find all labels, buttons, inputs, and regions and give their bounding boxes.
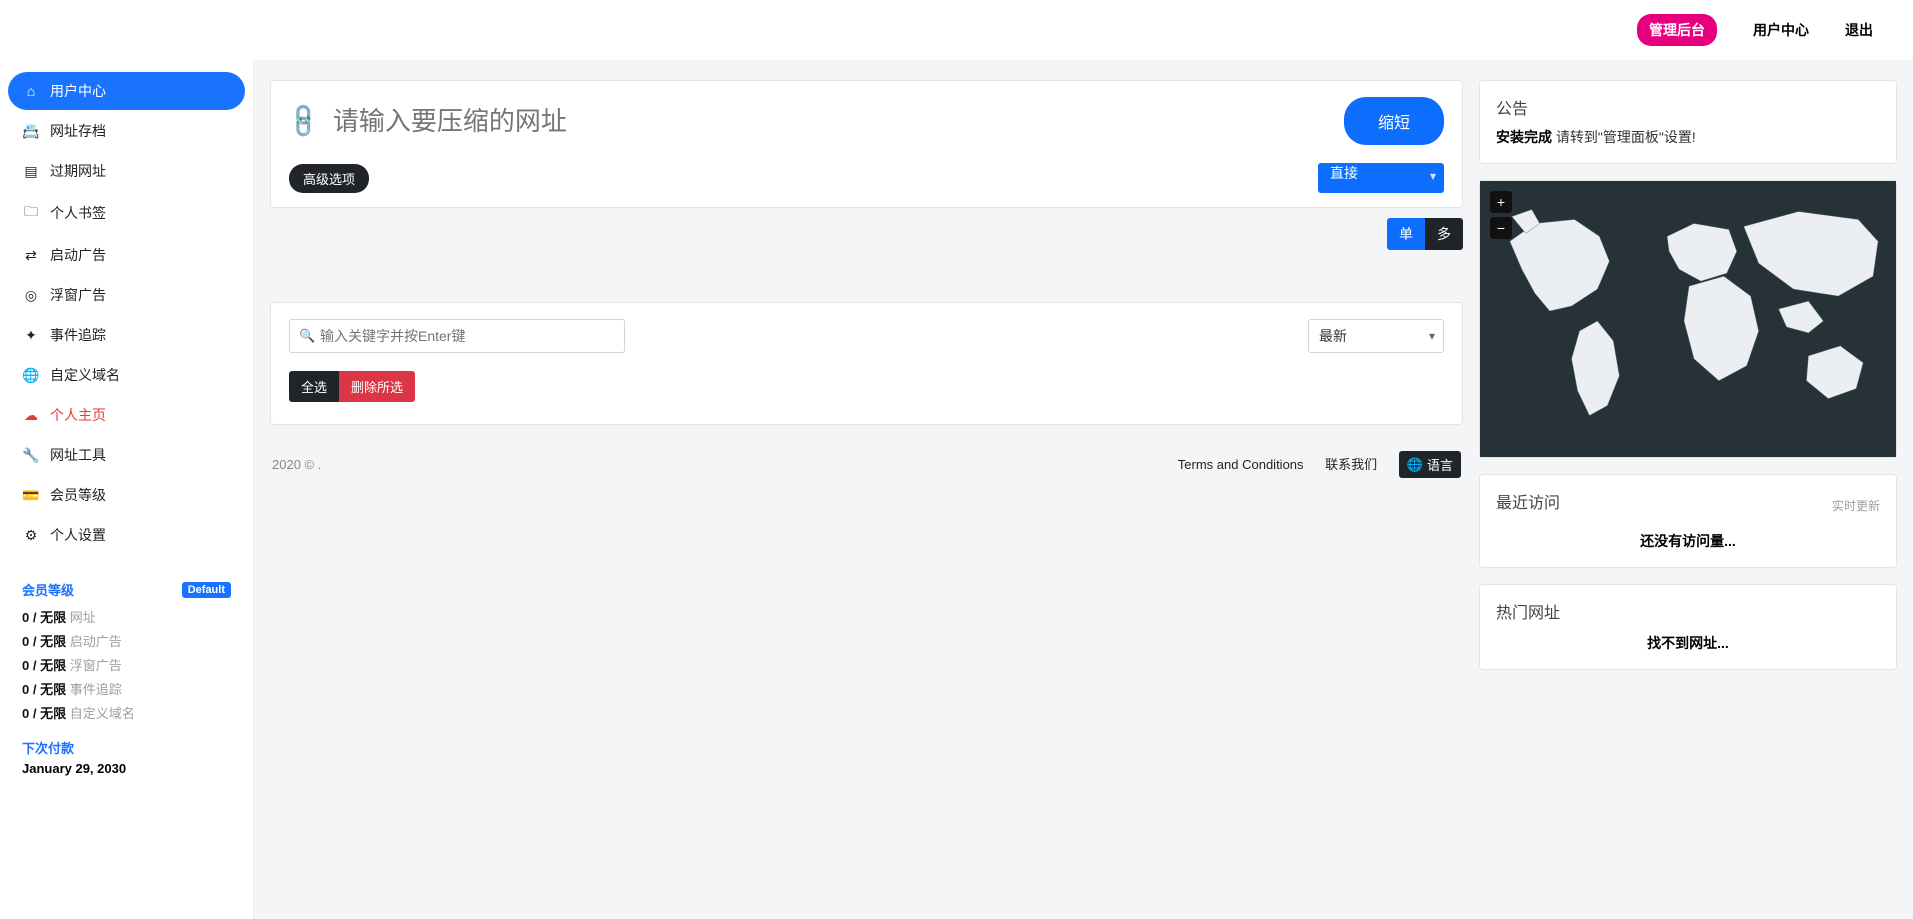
admin-link[interactable]: 管理后台: [1637, 14, 1717, 46]
url-list-card: 🔍 最新 全选 删除所选: [270, 302, 1463, 425]
map-zoom-out[interactable]: −: [1490, 217, 1512, 239]
multi-mode-button[interactable]: 多: [1425, 218, 1463, 250]
sidebar-item-1[interactable]: 📇 网址存档: [8, 112, 245, 150]
announcement-bold: 安装完成: [1496, 129, 1552, 145]
copyright: 2020 © .: [272, 457, 321, 472]
top-nav: 管理后台 用户中心 退出: [0, 0, 1913, 60]
search-icon: 🔍: [299, 328, 315, 344]
recent-card: 最近访问 实时更新 还没有访问量...: [1479, 474, 1897, 568]
world-map[interactable]: [1480, 181, 1896, 457]
url-input[interactable]: [333, 106, 1330, 137]
page-wrapper: ⌂ 用户中心 📇 网址存档 ▤ 过期网址 🗀 个人书签 ⇄ 启动广告 ◎ 浮窗广告 ✦ 事件追踪 🌐 自定义域…: [0, 60, 1913, 919]
sidebar-item-label: 浮窗广告: [50, 285, 106, 305]
sidebar: ⌂ 用户中心 📇 网址存档 ▤ 过期网址 🗀 个人书签 ⇄ 启动广告 ◎ 浮窗广告 ✦ 事件追踪 🌐 自定义域…: [0, 60, 254, 919]
settings-icon: ⚙: [22, 527, 40, 544]
splash-icon: ⇄: [22, 247, 40, 264]
single-mode-button[interactable]: 单: [1387, 218, 1425, 250]
sidebar-item-9[interactable]: 🔧 网址工具: [8, 436, 245, 474]
terms-link[interactable]: Terms and Conditions: [1178, 457, 1304, 472]
sidebar-item-label: 个人书签: [50, 203, 106, 223]
sidebar-item-5[interactable]: ◎ 浮窗广告: [8, 276, 245, 314]
popular-empty: 找不到网址...: [1496, 633, 1880, 653]
footer: 2020 © . Terms and Conditions 联系我们 🌐语言: [270, 441, 1463, 498]
sidebar-item-label: 网址工具: [50, 445, 106, 465]
sidebar-item-label: 自定义域名: [50, 365, 120, 385]
redirect-type-select[interactable]: 直接: [1318, 163, 1444, 193]
shorten-card: 🔗 缩短 高级选项 直接: [270, 80, 1463, 208]
sidebar-item-3[interactable]: 🗀 个人书签: [8, 192, 245, 234]
sidebar-item-label: 个人主页: [50, 405, 106, 425]
link-icon: 🔗: [283, 100, 325, 142]
search-input[interactable]: [289, 319, 625, 353]
map-card: + −: [1479, 180, 1897, 458]
globe-icon: 🌐: [1407, 457, 1423, 473]
pixel-icon: ✦: [22, 327, 40, 344]
sidebar-item-label: 过期网址: [50, 161, 106, 181]
map-zoom-in[interactable]: +: [1490, 191, 1512, 213]
main-area: 🔗 缩短 高级选项 直接 单 多 🔍: [254, 60, 1913, 919]
home-icon: ⌂: [22, 83, 40, 99]
archive-icon: 📇: [22, 123, 40, 140]
plan-tag: Default: [182, 582, 231, 598]
sidebar-item-label: 个人设置: [50, 525, 106, 545]
delete-selected-button[interactable]: 删除所选: [339, 371, 415, 402]
sidebar-item-label: 启动广告: [50, 245, 106, 265]
announcement-card: 公告 安装完成 请转到"管理面板"设置!: [1479, 80, 1897, 164]
popular-title: 热门网址: [1496, 599, 1880, 623]
plan-stat: 0 / 无限 事件追踪: [22, 679, 231, 698]
recent-empty: 还没有访问量...: [1496, 531, 1880, 551]
plan-stat: 0 / 无限 自定义域名: [22, 703, 231, 722]
tools-icon: 🔧: [22, 447, 40, 464]
overlay-icon: ◎: [22, 287, 40, 304]
plan-heading: 会员等级: [22, 580, 74, 599]
user-center-link[interactable]: 用户中心: [1753, 20, 1809, 40]
plan-section: 会员等级 Default 0 / 无限 网址 0 / 无限 启动广告 0 / 无限 …: [8, 556, 245, 776]
sidebar-item-6[interactable]: ✦ 事件追踪: [8, 316, 245, 354]
sort-select[interactable]: 最新: [1308, 319, 1444, 353]
next-payment-date: January 29, 2030: [22, 761, 231, 776]
plan-stat: 0 / 无限 网址: [22, 607, 231, 626]
expired-icon: ▤: [22, 163, 40, 180]
sidebar-item-8[interactable]: ☁ 个人主页: [8, 396, 245, 434]
sidebar-item-label: 用户中心: [50, 81, 106, 101]
select-all-button[interactable]: 全选: [289, 371, 339, 402]
recent-title: 最近访问: [1496, 489, 1560, 513]
sidebar-item-label: 事件追踪: [50, 325, 106, 345]
announcement-title: 公告: [1496, 95, 1880, 119]
sidebar-item-2[interactable]: ▤ 过期网址: [8, 152, 245, 190]
sidebar-item-label: 网址存档: [50, 121, 106, 141]
next-payment-label: 下次付款: [22, 738, 231, 757]
bookmark-icon: 🗀: [22, 201, 40, 225]
plan-stat: 0 / 无限 启动广告: [22, 631, 231, 650]
sidebar-item-11[interactable]: ⚙ 个人设置: [8, 516, 245, 554]
advanced-options-toggle[interactable]: 高级选项: [289, 164, 369, 193]
sidebar-item-4[interactable]: ⇄ 启动广告: [8, 236, 245, 274]
sidebar-item-10[interactable]: 💳 会员等级: [8, 476, 245, 514]
sidebar-item-label: 会员等级: [50, 485, 106, 505]
language-button[interactable]: 🌐语言: [1399, 451, 1461, 478]
cloud-icon: ☁: [22, 407, 40, 424]
sidebar-item-0[interactable]: ⌂ 用户中心: [8, 72, 245, 110]
contact-link[interactable]: 联系我们: [1325, 457, 1377, 472]
logout-link[interactable]: 退出: [1845, 20, 1873, 40]
announcement-text: 请转到"管理面板"设置!: [1552, 129, 1696, 145]
mode-toggle: 单 多: [270, 218, 1463, 250]
domain-icon: 🌐: [22, 367, 40, 384]
shorten-button[interactable]: 缩短: [1344, 97, 1444, 145]
popular-card: 热门网址 找不到网址...: [1479, 584, 1897, 670]
plan-stat: 0 / 无限 浮窗广告: [22, 655, 231, 674]
recent-live-label: 实时更新: [1832, 497, 1880, 514]
tier-icon: 💳: [22, 487, 40, 504]
sidebar-item-7[interactable]: 🌐 自定义域名: [8, 356, 245, 394]
